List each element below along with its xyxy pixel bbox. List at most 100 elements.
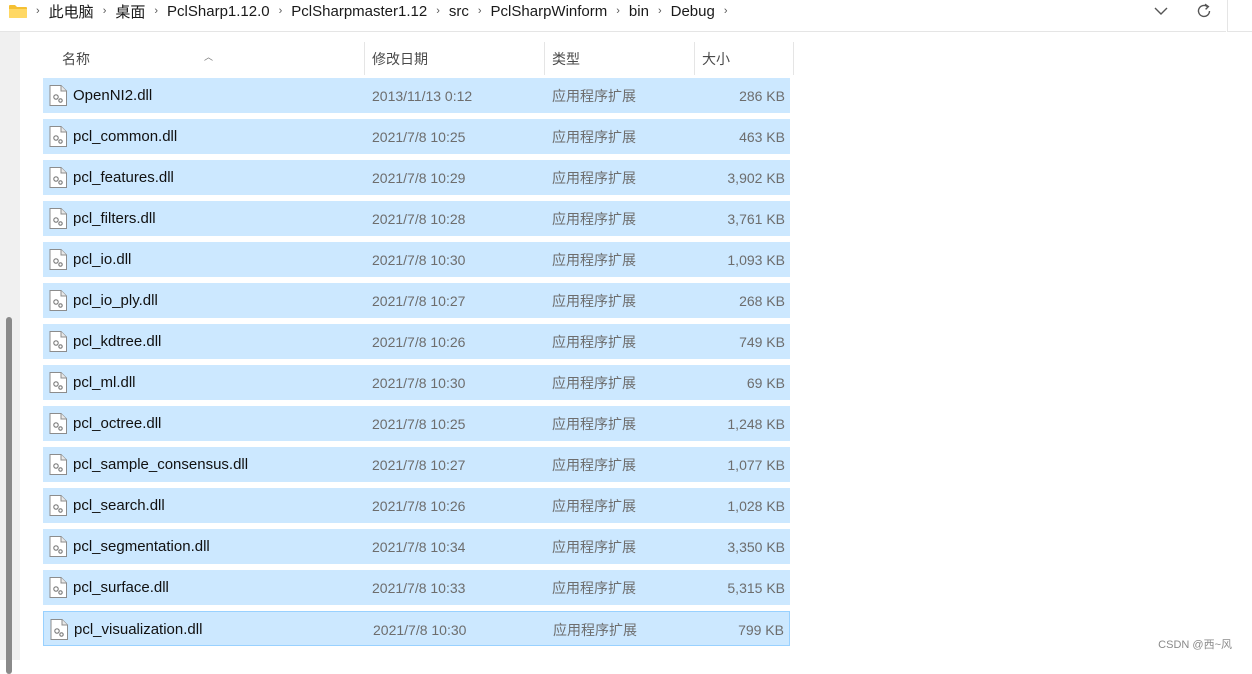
chevron-right-icon[interactable]: ›	[434, 5, 442, 17]
file-date: 2021/7/8 10:27	[372, 293, 466, 309]
address-bar[interactable]: › 此电脑 › 桌面 › PclSharp1.12.0 › PclSharpmaster1.1…	[0, 0, 1226, 32]
file-type: 应用程序扩展	[552, 539, 636, 555]
file-size: 749 KB	[739, 334, 785, 350]
file-size: 1,093 KB	[727, 252, 785, 268]
breadcrumb: › 此电脑 › 桌面 › PclSharp1.12.0 › PclSharpmaster1.1…	[34, 0, 730, 22]
file-size: 463 KB	[739, 129, 785, 145]
dll-file-icon	[49, 290, 67, 311]
dll-file-icon	[49, 413, 67, 434]
file-type: 应用程序扩展	[552, 334, 636, 350]
file-type: 应用程序扩展	[553, 622, 637, 638]
file-date: 2021/7/8 10:26	[372, 498, 466, 514]
breadcrumb-item[interactable]: PclSharp1.12.0	[160, 3, 277, 20]
file-type: 应用程序扩展	[552, 211, 636, 227]
scrollbar-thumb[interactable]	[6, 317, 12, 674]
column-header-type[interactable]: 类型	[534, 42, 694, 75]
file-name: pcl_segmentation.dll	[73, 538, 210, 555]
file-row[interactable]: pcl_visualization.dll 2021/7/8 10:30 应用程序扩…	[43, 611, 790, 646]
file-name: pcl_search.dll	[73, 497, 165, 514]
breadcrumb-item[interactable]: 桌面	[108, 1, 152, 22]
file-row[interactable]: OpenNI2.dll 2013/11/13 0:12 应用程序扩展 286 KB	[43, 78, 790, 113]
folder-icon	[9, 5, 27, 18]
chevron-right-icon[interactable]: ›	[277, 5, 285, 17]
sort-up-icon: ︿	[204, 52, 214, 62]
file-name: OpenNI2.dll	[73, 87, 153, 104]
chevron-right-icon[interactable]: ›	[152, 5, 160, 17]
file-date: 2021/7/8 10:25	[372, 416, 466, 432]
dll-file-icon	[49, 331, 67, 352]
column-header-label: 大小	[702, 51, 730, 67]
file-date: 2021/7/8 10:29	[372, 170, 466, 186]
file-size: 69 KB	[746, 375, 785, 391]
file-row[interactable]: pcl_filters.dll 2021/7/8 10:28 应用程序扩展 3,761…	[43, 201, 790, 236]
file-size: 1,077 KB	[727, 457, 785, 473]
chevron-down-icon[interactable]	[1150, 1, 1172, 21]
column-header-label: 类型	[552, 51, 580, 67]
file-row[interactable]: pcl_io_ply.dll 2021/7/8 10:27 应用程序扩展 268 KB	[43, 283, 790, 318]
breadcrumb-item[interactable]: 此电脑	[42, 1, 101, 22]
file-date: 2021/7/8 10:28	[372, 211, 466, 227]
file-date: 2021/7/8 10:25	[372, 129, 466, 145]
column-header-date[interactable]: 修改日期	[354, 42, 544, 75]
file-row[interactable]: pcl_ml.dll 2021/7/8 10:30 应用程序扩展 69 KB	[43, 365, 790, 400]
file-type: 应用程序扩展	[552, 88, 636, 104]
file-row[interactable]: pcl_sample_consensus.dll 2021/7/8 10:27 应用…	[43, 447, 790, 482]
file-name: pcl_io_ply.dll	[73, 292, 158, 309]
chevron-right-icon[interactable]: ›	[614, 5, 622, 17]
search-box-edge[interactable]	[1227, 0, 1252, 32]
file-size: 799 KB	[738, 622, 784, 638]
column-headers: ︿ 名称 修改日期 类型 大小	[44, 42, 794, 75]
dll-file-icon	[49, 167, 67, 188]
file-type: 应用程序扩展	[552, 293, 636, 309]
file-type: 应用程序扩展	[552, 129, 636, 145]
file-name: pcl_surface.dll	[73, 579, 169, 596]
file-size: 5,315 KB	[727, 580, 785, 596]
file-date: 2013/11/13 0:12	[372, 88, 473, 104]
chevron-right-icon[interactable]: ›	[722, 5, 730, 17]
file-size: 3,350 KB	[727, 539, 785, 555]
dll-file-icon	[49, 249, 67, 270]
dll-file-icon	[50, 619, 68, 640]
file-size: 268 KB	[739, 293, 785, 309]
file-type: 应用程序扩展	[552, 252, 636, 268]
file-type: 应用程序扩展	[552, 170, 636, 186]
breadcrumb-item[interactable]: PclSharpWinform	[484, 3, 615, 20]
file-row[interactable]: pcl_common.dll 2021/7/8 10:25 应用程序扩展 463 KB	[43, 119, 790, 154]
chevron-right-icon[interactable]: ›	[656, 5, 664, 17]
file-row[interactable]: pcl_search.dll 2021/7/8 10:26 应用程序扩展 1,028 …	[43, 488, 790, 523]
breadcrumb-item[interactable]: PclSharpmaster1.12	[284, 3, 434, 20]
file-name: pcl_filters.dll	[73, 210, 156, 227]
chevron-right-icon[interactable]: ›	[476, 5, 484, 17]
file-name: pcl_features.dll	[73, 169, 174, 186]
file-date: 2021/7/8 10:27	[372, 457, 466, 473]
file-date: 2021/7/8 10:34	[372, 539, 466, 555]
chevron-right-icon[interactable]: ›	[101, 5, 109, 17]
column-header-size[interactable]: 大小	[684, 42, 784, 75]
file-row[interactable]: pcl_octree.dll 2021/7/8 10:25 应用程序扩展 1,248 …	[43, 406, 790, 441]
dll-file-icon	[49, 208, 67, 229]
column-header-label: 修改日期	[372, 51, 428, 67]
file-row[interactable]: pcl_io.dll 2021/7/8 10:30 应用程序扩展 1,093 KB	[43, 242, 790, 277]
file-row[interactable]: pcl_segmentation.dll 2021/7/8 10:34 应用程序扩展…	[43, 529, 790, 564]
breadcrumb-item[interactable]: Debug	[664, 3, 722, 20]
breadcrumb-item[interactable]: src	[442, 3, 476, 20]
file-name: pcl_ml.dll	[73, 374, 136, 391]
chevron-right-icon[interactable]: ›	[34, 5, 42, 17]
dll-file-icon	[49, 85, 67, 106]
file-row[interactable]: pcl_kdtree.dll 2021/7/8 10:26 应用程序扩展 749 KB	[43, 324, 790, 359]
file-date: 2021/7/8 10:33	[372, 580, 466, 596]
dll-file-icon	[49, 454, 67, 475]
file-size: 286 KB	[739, 88, 785, 104]
watermark: CSDN @西~风	[1158, 639, 1232, 651]
file-name: pcl_octree.dll	[73, 415, 162, 432]
column-header-name[interactable]: ︿ 名称	[44, 42, 364, 75]
file-row[interactable]: pcl_features.dll 2021/7/8 10:29 应用程序扩展 3,90…	[43, 160, 790, 195]
scrollbar[interactable]	[0, 32, 20, 674]
breadcrumb-item[interactable]: bin	[622, 3, 656, 20]
file-date: 2021/7/8 10:30	[372, 375, 466, 391]
file-row[interactable]: pcl_surface.dll 2021/7/8 10:33 应用程序扩展 5,315…	[43, 570, 790, 605]
refresh-icon[interactable]	[1193, 1, 1215, 21]
file-date: 2021/7/8 10:30	[372, 252, 466, 268]
column-divider[interactable]	[793, 42, 794, 75]
file-type: 应用程序扩展	[552, 580, 636, 596]
